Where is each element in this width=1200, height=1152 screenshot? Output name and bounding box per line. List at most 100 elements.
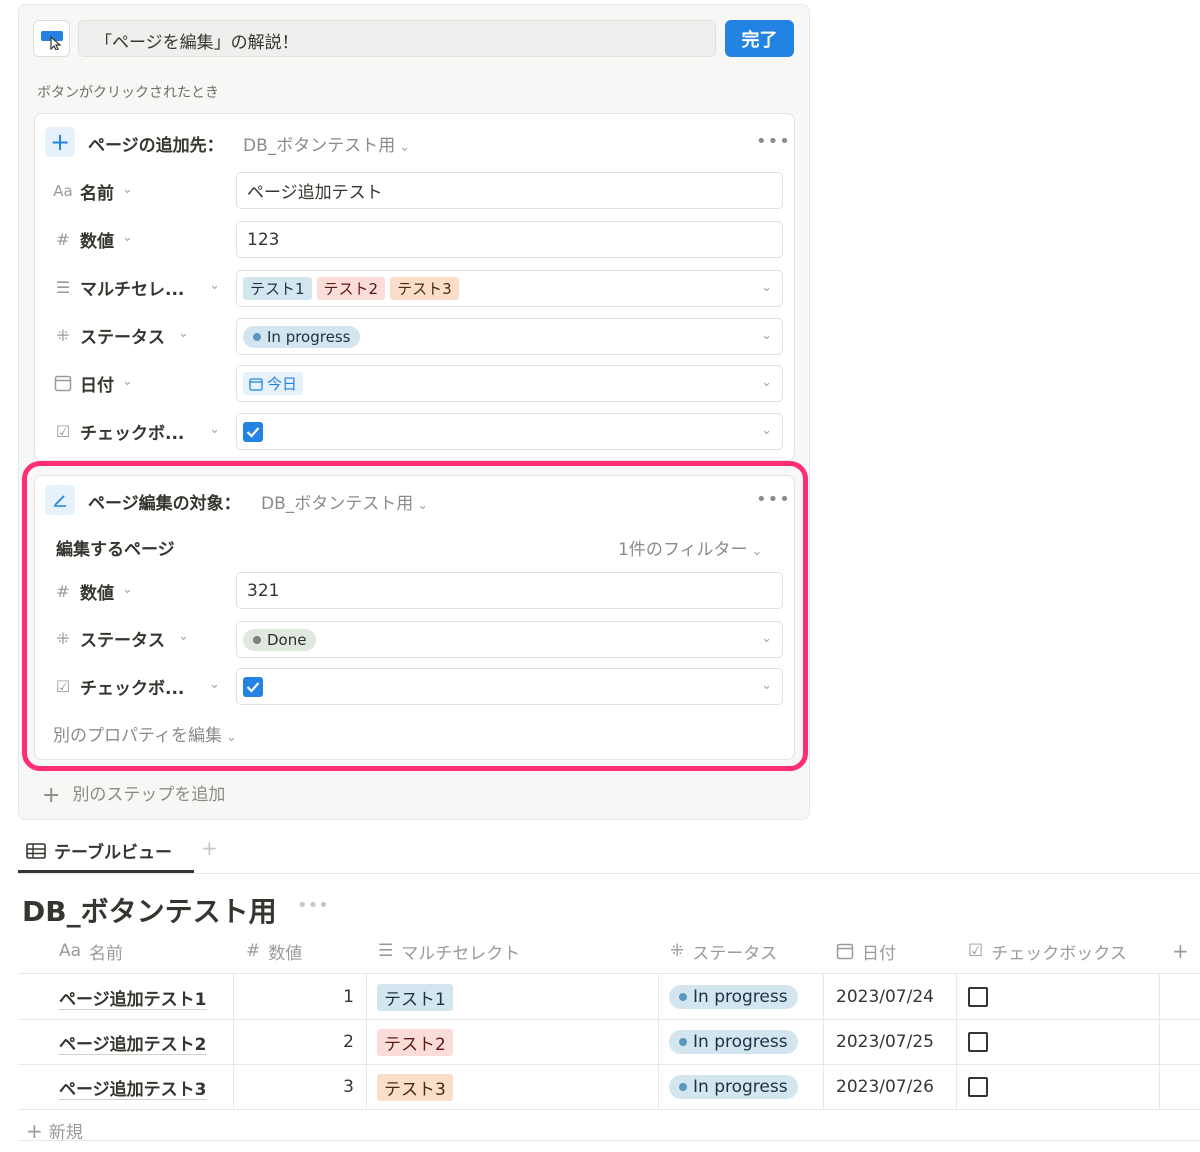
column-label: 日付 (862, 943, 896, 964)
prop-multiselect-label[interactable]: マルチセレ... (80, 275, 184, 300)
divider (18, 1109, 1200, 1110)
table-row-status[interactable]: In progress (669, 1065, 798, 1109)
new-row-button[interactable]: + 新規 (26, 1118, 83, 1143)
divider (18, 873, 1200, 874)
prop-date-label[interactable]: 日付 (80, 371, 114, 396)
chevron-down-icon[interactable]: ⌄ (761, 375, 772, 390)
prop-number-label[interactable]: 数値 (80, 227, 114, 252)
table-row-checkbox[interactable] (968, 975, 988, 1019)
divider (18, 973, 1200, 974)
table-row-multiselect[interactable]: テスト2 (377, 1020, 458, 1064)
prop-multiselect-field[interactable]: テスト1 テスト2 テスト3 ⌄ (236, 270, 783, 307)
prop-checkbox-label[interactable]: チェックボ... (80, 419, 184, 444)
status-dot (679, 1038, 687, 1046)
chevron-down-icon[interactable]: ⌄ (209, 278, 220, 293)
prop-checkbox-field[interactable]: ⌄ (236, 413, 783, 450)
table-row-name[interactable]: ページ追加テスト2 (59, 1020, 207, 1064)
field-value: ページ追加テスト (247, 183, 383, 203)
table-row-status[interactable]: In progress (669, 1020, 798, 1064)
button-name-input[interactable]: 「ページを編集」の解説！ (78, 20, 716, 57)
calendar-property-icon (52, 372, 74, 394)
field-value: 123 (247, 229, 280, 250)
column-header-checkbox[interactable]: ☑ チェックボックス (968, 930, 1127, 972)
chevron-down-icon[interactable]: ⌄ (761, 423, 772, 438)
prop-status-field[interactable]: In progress ⌄ (236, 318, 783, 355)
chevron-down-icon[interactable]: ⌄ (122, 230, 133, 245)
add-view-icon[interactable]: + (201, 836, 218, 860)
status-property-icon: ⁜ (670, 941, 685, 961)
list-property-icon: ☰ (55, 277, 71, 297)
calendar-property-icon (836, 943, 854, 960)
column-header-name[interactable]: Aa 名前 (59, 930, 123, 972)
column-divider (233, 973, 234, 1109)
column-header-number[interactable]: # 数値 (246, 930, 302, 972)
status-dot (253, 332, 261, 341)
chevron-down-icon[interactable]: ⌄ (761, 280, 772, 295)
plus-icon: + (26, 1119, 43, 1143)
table-row-name[interactable]: ページ追加テスト3 (59, 1065, 207, 1109)
calendar-icon (249, 377, 263, 391)
done-button[interactable]: 完了 (725, 20, 794, 57)
tag: テスト2 (316, 277, 386, 300)
table-row-multiselect[interactable]: テスト1 (377, 975, 458, 1019)
table-row-name[interactable]: ページ追加テスト1 (59, 975, 207, 1019)
table-row-date[interactable]: 2023/07/26 (836, 1065, 934, 1109)
status-pill: In progress (669, 1075, 798, 1099)
tag: テスト1 (243, 277, 312, 300)
checkbox-checked-icon[interactable] (243, 421, 263, 442)
database-name: DB_ボタンテスト用 (243, 136, 396, 156)
column-divider (823, 973, 824, 1109)
column-header-multiselect[interactable]: ☰ マルチセレクト (378, 930, 520, 972)
chevron-down-icon[interactable]: ⌄ (761, 328, 772, 343)
checkbox-unchecked-icon[interactable] (968, 987, 988, 1007)
number-property-icon: # (246, 941, 261, 961)
button-icon-picker[interactable] (33, 20, 70, 57)
add-page-database-select[interactable]: DB_ボタンテスト用 ⌄ (243, 131, 410, 156)
text-property-icon: Aa (53, 182, 73, 200)
status-dot (679, 1083, 687, 1091)
table-row-multiselect[interactable]: テスト3 (377, 1065, 458, 1109)
add-column-icon[interactable]: + (1172, 930, 1189, 972)
divider (18, 1140, 1200, 1141)
prop-date-field[interactable]: 今日 ⌄ (236, 365, 783, 402)
database-title[interactable]: DB_ボタンテスト用 (22, 890, 277, 930)
checkbox-unchecked-icon[interactable] (968, 1077, 988, 1097)
text-property-icon: Aa (59, 941, 82, 961)
column-label: マルチセレクト (401, 943, 521, 964)
table-row-checkbox[interactable] (968, 1020, 988, 1064)
table-row-number[interactable]: 2 (300, 1020, 354, 1064)
tab-table-view[interactable]: テーブルビュー (26, 838, 172, 863)
table-row-number[interactable]: 1 (300, 975, 354, 1019)
table-row-date[interactable]: 2023/07/24 (836, 975, 934, 1019)
column-header-date[interactable]: 日付 (836, 930, 896, 972)
table-row-checkbox[interactable] (968, 1065, 988, 1109)
checkbox-unchecked-icon[interactable] (968, 1032, 988, 1052)
tag: テスト3 (377, 1073, 453, 1101)
column-label: ステータス (692, 943, 778, 964)
table-row-date[interactable]: 2023/07/25 (836, 1020, 934, 1064)
chevron-down-icon[interactable]: ⌄ (209, 422, 220, 437)
checkbox-property-icon: ☑ (55, 421, 71, 441)
status-text: In progress (267, 327, 351, 346)
table-row-status[interactable]: In progress (669, 975, 798, 1019)
status-property-icon: ⁜ (56, 325, 70, 345)
more-options-icon[interactable]: ••• (756, 131, 791, 152)
plus-icon: + (45, 127, 75, 157)
status-text: In progress (693, 1077, 788, 1097)
add-step-button[interactable]: + 別のステップを追加 (42, 780, 225, 808)
more-options-icon[interactable]: ••• (297, 895, 329, 916)
prop-status-label[interactable]: ステータス (80, 323, 165, 348)
prop-name-field[interactable]: ページ追加テスト (236, 172, 783, 209)
add-step-text: 別のステップを追加 (72, 785, 226, 805)
chevron-down-icon[interactable]: ⌄ (122, 182, 133, 197)
chevron-down-icon[interactable]: ⌄ (122, 374, 133, 389)
tab-label: テーブルビュー (54, 843, 172, 863)
table-row-number[interactable]: 3 (300, 1065, 354, 1109)
prop-number-field[interactable]: 123 (236, 221, 783, 258)
column-header-status[interactable]: ⁜ ステータス (670, 930, 777, 972)
status-pill: In progress (669, 985, 798, 1009)
prop-name-label[interactable]: 名前 (80, 179, 114, 204)
chevron-down-icon[interactable]: ⌄ (178, 326, 189, 341)
tag: テスト3 (390, 277, 459, 300)
column-label: 数値 (268, 943, 303, 964)
